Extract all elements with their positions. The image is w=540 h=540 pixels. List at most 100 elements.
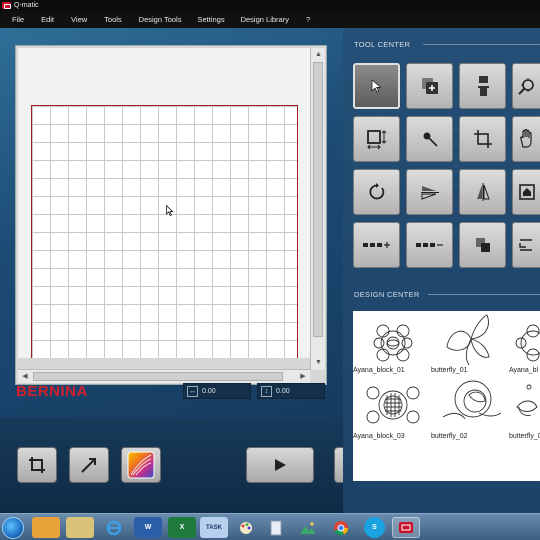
node-tool[interactable] <box>406 116 453 162</box>
horizontal-scroll-thumb[interactable] <box>33 372 283 381</box>
height-value: 0.00 <box>276 387 290 395</box>
scroll-right-icon[interactable]: ▶ <box>297 370 309 384</box>
design-thumbnail-ayana-block-03[interactable] <box>357 377 429 433</box>
design-center-title: DESIGN CENTER <box>354 290 420 299</box>
remove-repeat-tool[interactable] <box>406 222 453 268</box>
crop-icon <box>29 457 45 473</box>
house-shape-icon <box>518 184 535 200</box>
design-label: Ayana_bl <box>509 367 539 374</box>
add-repeat-tool[interactable] <box>353 222 400 268</box>
mirror-vertical-tool[interactable] <box>406 169 453 215</box>
zoom-icon <box>517 78 534 95</box>
outlook-icon[interactable] <box>32 517 60 538</box>
select-tool[interactable] <box>353 63 400 109</box>
arrange-tool[interactable] <box>459 222 506 268</box>
design-thumbnail-ayana-block-01[interactable] <box>357 315 429 371</box>
task-icon[interactable]: TASK <box>200 517 228 538</box>
design-label: butterfly_0 <box>509 433 540 440</box>
design-thumbnail-butterfly-0[interactable] <box>513 377 540 433</box>
skype-icon[interactable]: S <box>364 517 385 538</box>
workspace-panel: ▲ ▼ ◀ ▶ BERNINA ↔ 0.00 ↕ 0.00 <box>0 28 343 418</box>
width-arrows-icon: ↔ <box>187 385 198 397</box>
photos-icon[interactable] <box>294 517 322 538</box>
pin-icon <box>423 132 438 147</box>
play-button[interactable] <box>246 447 314 483</box>
design-label: Ayana_block_03 <box>353 433 405 440</box>
design-label: Ayana_block_01 <box>353 367 405 374</box>
design-thumbnail-ayana-bl[interactable] <box>513 315 540 371</box>
paint-icon[interactable] <box>232 517 260 538</box>
mountain-icon <box>300 521 316 534</box>
height-field[interactable]: ↕ 0.00 <box>257 383 325 399</box>
rotate-icon <box>368 183 384 200</box>
qmatic-icon[interactable] <box>392 517 420 538</box>
quilt-block-grid[interactable] <box>31 105 298 358</box>
scroll-down-icon[interactable]: ▼ <box>311 357 326 369</box>
menu-tools[interactable]: Tools <box>104 15 122 24</box>
right-panel: TOOL CENTER DESIGN CENTER Ayana_block_01… <box>343 28 540 513</box>
divider <box>423 44 540 45</box>
pointer-icon <box>371 79 381 93</box>
shape-tool[interactable] <box>512 169 540 215</box>
delete-tool[interactable] <box>459 63 506 109</box>
mirror-vertical-icon <box>420 186 439 200</box>
canvas-frame: ▲ ▼ ◀ ▶ <box>15 45 327 385</box>
width-value: 0.00 <box>202 387 216 395</box>
menu-view[interactable]: View <box>71 15 87 24</box>
stitch-path-button[interactable] <box>69 447 109 483</box>
ie-logo-icon <box>106 520 122 535</box>
height-arrows-icon: ↕ <box>261 385 272 397</box>
line-arrow-icon <box>81 458 96 473</box>
zoom-tool[interactable] <box>512 63 540 109</box>
explorer-icon[interactable] <box>66 517 94 538</box>
design-thumbnail-butterfly-01[interactable] <box>435 311 507 367</box>
mirror-horizontal-tool[interactable] <box>459 169 506 215</box>
rotate-tool[interactable] <box>353 169 400 215</box>
repeat-minus-icon <box>415 243 443 247</box>
menu-file[interactable]: File <box>12 15 24 24</box>
width-field[interactable]: ↔ 0.00 <box>183 383 251 399</box>
scroll-left-icon[interactable]: ◀ <box>19 370 31 384</box>
design-gallery: Ayana_block_01 butterfly_01 Ayana_bl Aya… <box>353 311 540 481</box>
resize-icon <box>366 130 386 150</box>
paint-palette-icon <box>240 521 252 534</box>
word-icon[interactable]: W <box>134 517 162 538</box>
file-icon[interactable] <box>262 517 290 538</box>
tool-center-title: TOOL CENTER <box>354 40 411 49</box>
menu-help[interactable]: ? <box>306 15 310 24</box>
divider <box>428 294 540 295</box>
vertical-scroll-thumb[interactable] <box>313 62 323 337</box>
window-title: Q-matic <box>14 2 39 9</box>
qmatic-logo-icon <box>399 522 413 533</box>
crop-frame-tool[interactable] <box>459 116 506 162</box>
link-icon <box>518 239 532 251</box>
duplicate-icon <box>421 78 438 94</box>
quilt-canvas[interactable] <box>18 48 310 358</box>
design-thumbnail-butterfly-02[interactable] <box>435 373 507 429</box>
bottom-toolbar <box>0 418 353 513</box>
link-tool[interactable] <box>512 222 540 268</box>
horizontal-scrollbar[interactable]: ◀ ▶ <box>18 369 310 383</box>
vertical-scrollbar[interactable]: ▲ ▼ <box>310 48 325 370</box>
menu-settings[interactable]: Settings <box>197 15 224 24</box>
chrome-icon[interactable] <box>327 517 355 538</box>
pan-tool[interactable] <box>512 116 540 162</box>
menu-design-tools[interactable]: Design Tools <box>139 15 182 24</box>
chrome-logo-icon <box>334 520 348 535</box>
crop-button[interactable] <box>17 447 57 483</box>
color-button[interactable] <box>121 447 161 483</box>
play-icon <box>275 459 286 471</box>
frame-icon <box>473 130 492 148</box>
menu-edit[interactable]: Edit <box>41 15 54 24</box>
duplicate-tool[interactable] <box>406 63 453 109</box>
hand-icon <box>519 129 532 148</box>
menu-bar: File Edit View Tools Design Tools Settin… <box>0 11 540 28</box>
start-button[interactable] <box>2 517 24 539</box>
resize-tool[interactable] <box>353 116 400 162</box>
ie-icon[interactable] <box>100 517 128 538</box>
menu-design-library[interactable]: Design Library <box>241 15 289 24</box>
document-icon <box>270 520 282 535</box>
excel-icon[interactable]: X <box>168 517 196 538</box>
scroll-up-icon[interactable]: ▲ <box>311 49 326 61</box>
app-icon <box>2 2 11 9</box>
